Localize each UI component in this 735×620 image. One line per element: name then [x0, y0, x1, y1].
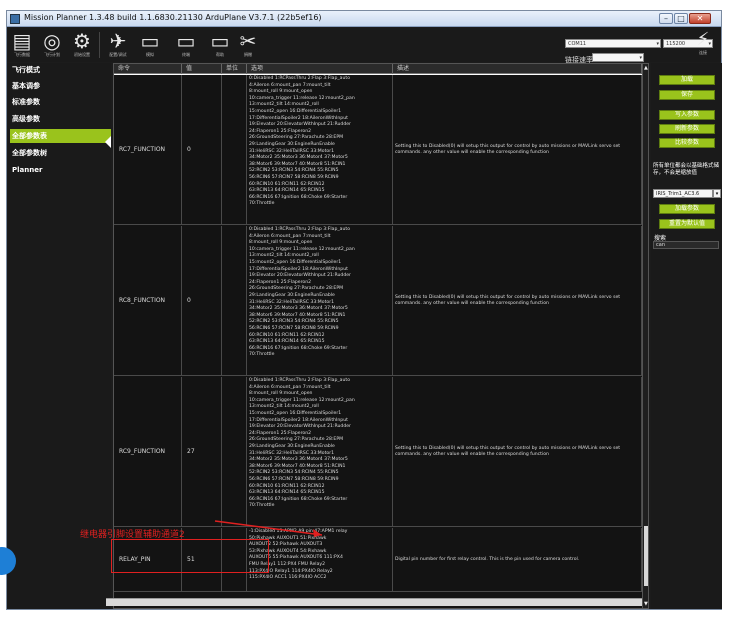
toolbar-donate[interactable]: ✂ 捐赠	[235, 30, 261, 60]
terminal-icon: ▭	[176, 29, 196, 53]
toolbar-separator	[99, 32, 100, 58]
minimize-button[interactable]: –	[659, 13, 673, 24]
vertical-scrollbar[interactable]: ▲ ▼	[642, 64, 648, 608]
main-toolbar: ▤ 飞行数据 ◎ 飞行计划 ⚙ 初始设置 ✈ 配置/调试 ▭ 模拟 ▭ 终端 ▭ 帮助 ✂ 捐赠…	[7, 28, 721, 64]
scrollbar-thumb[interactable]	[644, 526, 648, 586]
toolbar-flight-plan[interactable]: ◎ 飞行计划	[39, 30, 65, 60]
param-description: Setting this to Disabled(0) will setup t…	[393, 377, 642, 526]
sidebar-item-planner[interactable]: Planner	[10, 163, 111, 177]
toolbar-simulation[interactable]: ▭ 模拟	[137, 30, 163, 60]
param-value[interactable]: 0	[182, 226, 222, 375]
active-indicator	[105, 136, 111, 148]
write-params-button[interactable]: 写入参数	[659, 110, 715, 120]
scroll-up-icon[interactable]: ▲	[644, 65, 648, 71]
param-name: RC7_FUNCTION	[114, 75, 182, 224]
col-header-options[interactable]: 选项	[247, 64, 393, 74]
sidebar-item-flight-modes[interactable]: 飞行模式	[10, 63, 111, 77]
reset-default-button[interactable]: 重置为默认值	[659, 219, 715, 229]
right-panel: 加载 保存 写入参数 刷新参数 比较参数 所有单位都会以基础格式储存，不会是缩放…	[651, 63, 722, 609]
load-params-button[interactable]: 加载参数	[659, 204, 715, 214]
donate-icon: ✂	[239, 29, 257, 53]
toolbar-help[interactable]: ▭ 帮助	[207, 30, 233, 60]
col-header-value[interactable]: 值	[182, 64, 222, 74]
toolbar-config-tuning[interactable]: ✈ 配置/调试	[105, 30, 131, 60]
scroll-down-icon[interactable]: ▼	[644, 601, 648, 607]
toolbar-initial-setup[interactable]: ⚙ 初始设置	[69, 30, 95, 60]
app-window: Mission Planner 1.3.48 build 1.1.6830.21…	[6, 10, 722, 610]
horizontal-scrollbar[interactable]	[106, 598, 642, 606]
col-header-description[interactable]: 描述	[393, 64, 642, 74]
param-units	[222, 226, 247, 375]
chevron-down-icon: ▾	[656, 41, 659, 47]
param-grid: 命令 值 单位 选项 描述 RC7_FUNCTION 0 0:Disabled …	[113, 63, 649, 609]
refresh-params-button[interactable]: 刷新参数	[659, 124, 715, 134]
title-bar: Mission Planner 1.3.48 build 1.1.6830.21…	[7, 11, 721, 27]
help-icon: ▭	[210, 29, 230, 53]
col-header-command[interactable]: 命令	[114, 64, 182, 74]
param-description: Setting this to Disabled(0) will setup t…	[393, 226, 642, 375]
sidebar-item-basic-tuning[interactable]: 基本调参	[10, 79, 111, 93]
param-description: Digital pin number for first relay contr…	[393, 528, 642, 591]
chevron-down-icon[interactable]: ▾	[713, 189, 721, 198]
param-options: 0:Disabled 1:RCPassThru 2:Flap 3:Flap_au…	[247, 75, 393, 224]
param-name: RC9_FUNCTION	[114, 377, 182, 526]
param-units	[222, 75, 247, 224]
close-button[interactable]: ✕	[689, 13, 711, 24]
toolbar-terminal[interactable]: ▭ 终端	[173, 30, 199, 60]
param-value[interactable]: 27	[182, 377, 222, 526]
config-tuning-icon: ✈	[109, 29, 127, 53]
window-title: Mission Planner 1.3.48 build 1.1.6830.21…	[24, 13, 322, 22]
sidebar-item-full-param-tree[interactable]: 全部参数树	[10, 146, 111, 160]
sidebar-item-full-param-list[interactable]: 全部参数表	[10, 129, 111, 143]
save-button[interactable]: 保存	[659, 90, 715, 100]
sidebar-item-standard-params[interactable]: 标准参数	[10, 95, 111, 109]
table-row[interactable]: RC9_FUNCTION 27 0:Disabled 1:RCPassThru …	[114, 377, 642, 527]
flight-plan-icon: ◎	[43, 29, 61, 53]
param-name: RC8_FUNCTION	[114, 226, 182, 375]
param-file-dropdown[interactable]: IRIS_Trim1_AC3.6	[653, 189, 713, 198]
annotation-box	[111, 539, 269, 573]
chevron-down-icon: ▾	[639, 55, 642, 61]
grid-header: 命令 值 单位 选项 描述	[114, 64, 648, 74]
port-dropdown[interactable]: COM11 ▾	[565, 39, 661, 48]
plug-icon: ⚡	[696, 29, 710, 50]
toolbar-flight-data[interactable]: ▤ 飞行数据	[9, 30, 35, 60]
flight-data-icon: ▤	[12, 29, 32, 53]
search-input[interactable]: can	[653, 241, 719, 249]
grid-body: RC7_FUNCTION 0 0:Disabled 1:RCPassThru 2…	[114, 75, 642, 608]
connect-button[interactable]: ⚡ 连接	[690, 30, 716, 58]
param-value[interactable]: 0	[182, 75, 222, 224]
param-units	[222, 377, 247, 526]
load-button[interactable]: 加载	[659, 75, 715, 85]
param-options: 0:Disabled 1:RCPassThru 2:Flap 3:Flap_au…	[247, 377, 393, 526]
table-row[interactable]: RC8_FUNCTION 0 0:Disabled 1:RCPassThru 2…	[114, 226, 642, 376]
maximize-button[interactable]: □	[674, 13, 688, 24]
param-options: 0:Disabled 1:RCPassThru 2:Flap 3:Flap_au…	[247, 226, 393, 375]
col-header-units[interactable]: 单位	[222, 64, 247, 74]
initial-setup-icon: ⚙	[73, 29, 91, 53]
compare-params-button[interactable]: 比较参数	[659, 138, 715, 148]
app-icon	[10, 14, 20, 24]
param-description: Setting this to Disabled(0) will setup t…	[393, 75, 642, 224]
table-row[interactable]: RC7_FUNCTION 0 0:Disabled 1:RCPassThru 2…	[114, 75, 642, 225]
simulation-icon: ▭	[140, 29, 160, 53]
link-rate-dropdown[interactable]: ▾	[592, 53, 644, 62]
units-note: 所有单位都会以基础格式储存，不会是缩放值	[653, 163, 720, 176]
sidebar-item-advanced-params[interactable]: 高级参数	[10, 112, 111, 126]
